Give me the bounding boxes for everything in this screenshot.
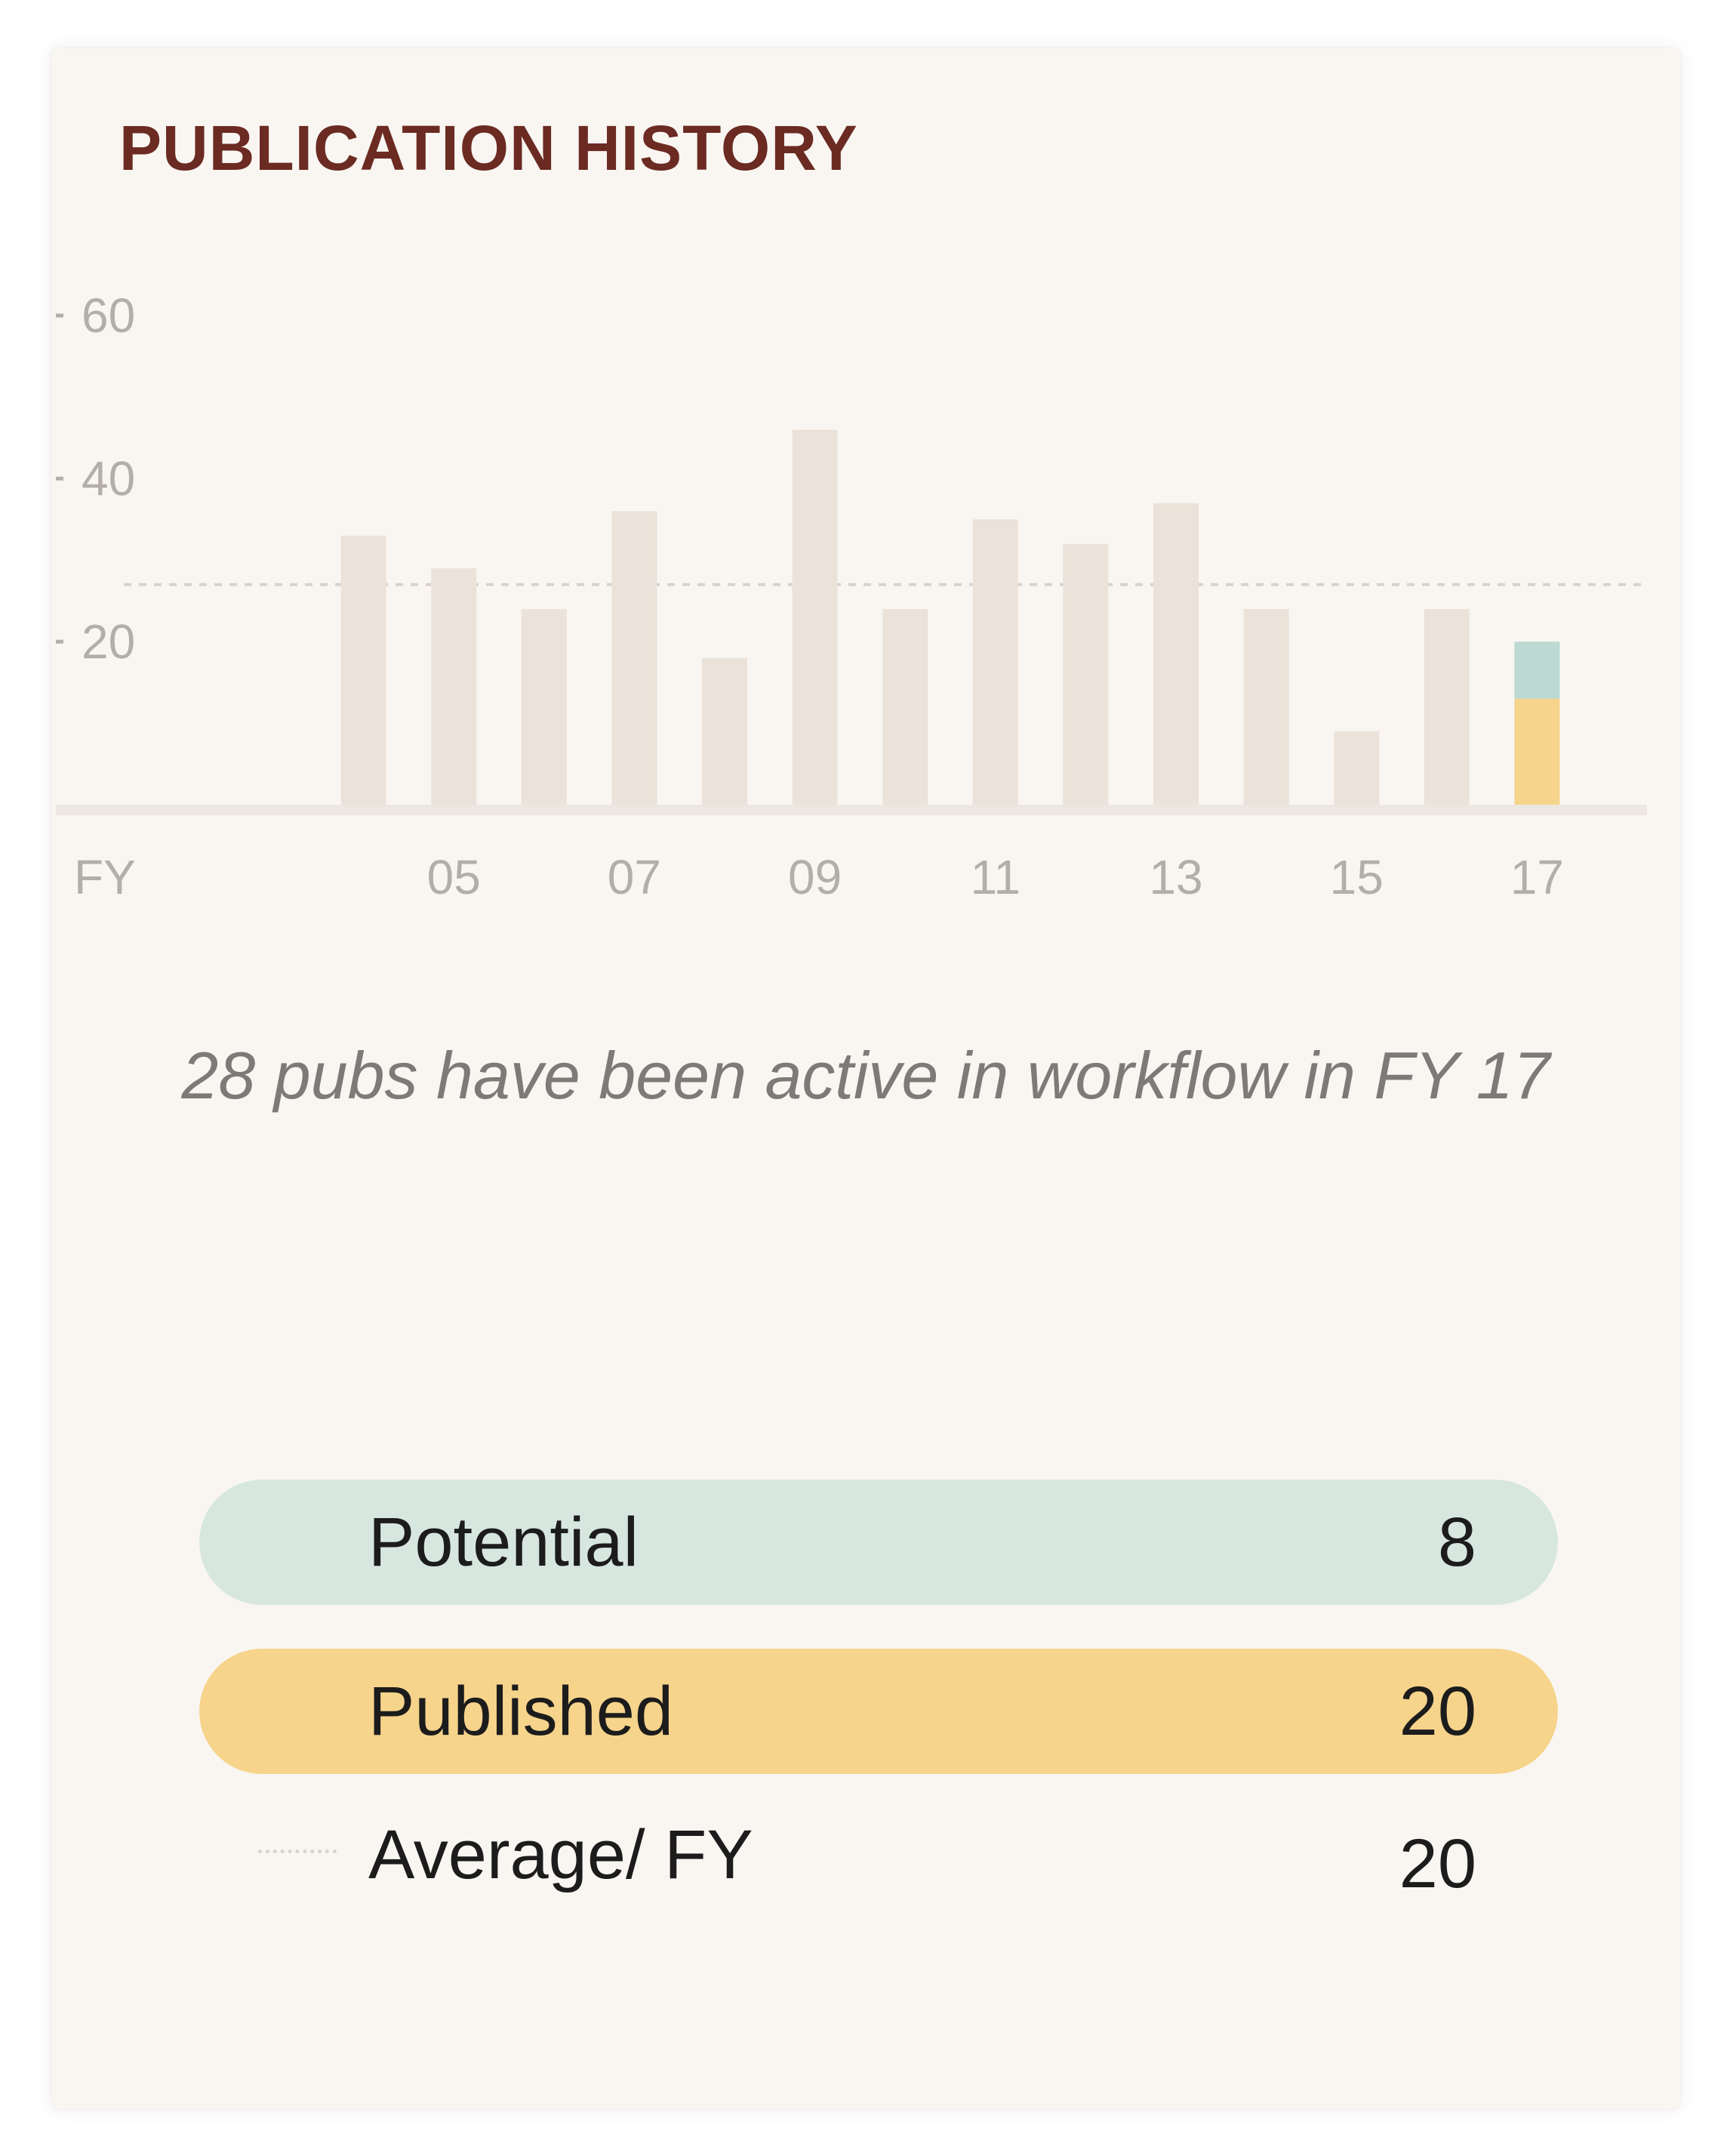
- legend-potential-value: 8: [1437, 1504, 1476, 1581]
- y-tick-label: 60: [82, 288, 135, 343]
- legend-potential-label: Potential: [368, 1504, 639, 1581]
- bar-published-fy06: [521, 608, 567, 805]
- legend-average-label: Average/ FY: [368, 1816, 753, 1893]
- bar-published-fy05: [431, 568, 477, 805]
- bar-published-fy16: [1424, 608, 1470, 805]
- legend-average-value: 20: [1399, 1825, 1476, 1902]
- bar-published-fy07: [611, 511, 657, 805]
- x-tick-label: 17: [1510, 850, 1564, 904]
- summary-text: 28 pubs have been active in workflow in …: [181, 1038, 1550, 1113]
- bar-published-fy08: [702, 658, 747, 805]
- bar-potential-fy17: [1514, 642, 1560, 699]
- x-tick-label: 09: [788, 850, 842, 904]
- y-tick-label: 20: [82, 614, 135, 669]
- x-tick-label: 13: [1149, 850, 1202, 904]
- y-tick-label: 40: [82, 451, 135, 506]
- y-axis-ticks: 20 40 60: [56, 288, 135, 669]
- legend-published-label: Published: [368, 1673, 674, 1750]
- bars-group: [340, 430, 1560, 805]
- bar-published-fy15: [1334, 731, 1380, 805]
- x-tick-label: 15: [1330, 850, 1384, 904]
- x-axis-title: FY: [74, 850, 136, 904]
- bar-published-fy12: [1063, 544, 1109, 805]
- x-tick-label: 05: [427, 850, 481, 904]
- x-axis-ticks: 05 07 09 11 13 15 17: [427, 850, 1564, 904]
- publication-history-card: PUBLICATION HISTORY 20 40 60 05 07 09 11 13 15 1…: [51, 48, 1680, 2109]
- bar-published-fy10: [882, 608, 928, 805]
- bar-published-fy04: [340, 535, 386, 805]
- legend-average: Average/ FY 20: [199, 1812, 1558, 1902]
- bar-published-fy14: [1243, 608, 1289, 805]
- x-tick-label: 07: [608, 850, 661, 904]
- legend-published-value: 20: [1399, 1673, 1476, 1750]
- bar-published-fy11: [972, 519, 1018, 805]
- bar-published-fy17: [1514, 698, 1560, 805]
- legend-potential: Potential 8: [199, 1480, 1558, 1605]
- x-tick-label: 11: [971, 850, 1020, 904]
- legend-published: Published 20: [199, 1649, 1558, 1774]
- bar-published-fy13: [1153, 503, 1199, 805]
- bar-published-fy09: [792, 430, 838, 805]
- average-dotted-swatch: [258, 1850, 337, 1853]
- publication-history-chart: 20 40 60 05 07 09 11 13 15 17 FY: [56, 288, 1647, 904]
